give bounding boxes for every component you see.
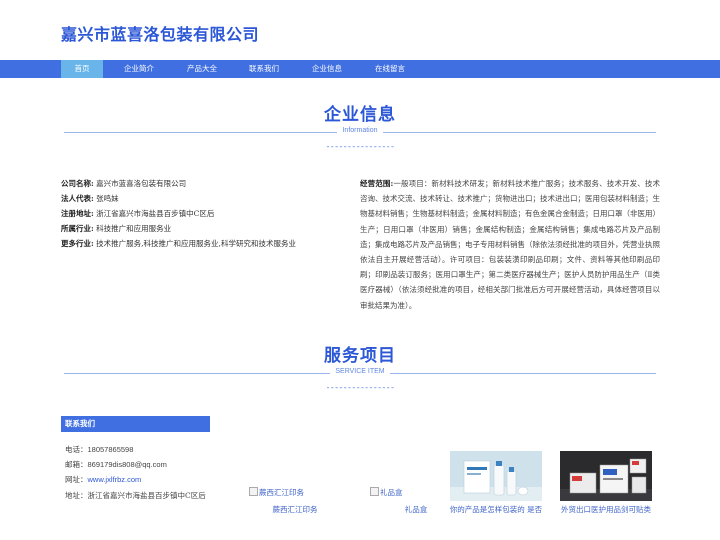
product-image[interactable]: 蕨西汇江印务: [249, 451, 341, 501]
product-caption[interactable]: 你的产品是怎样包装的 是否: [440, 504, 552, 515]
broken-image-icon: 礼品盒: [370, 487, 403, 498]
product-photo-boxes[interactable]: [560, 451, 652, 501]
contact-email-row: 邮箱：869179dis808@qq.com: [65, 457, 206, 472]
section-subtitle-wrap: SERVICE ITEM: [0, 368, 720, 375]
product-card[interactable]: 外贸出口医护用品剑可贴类: [560, 451, 652, 517]
product-image[interactable]: 礼品盒: [370, 451, 462, 501]
contact-address-row: 地址：浙江省嘉兴市海盐县百步镇中C区后: [65, 488, 206, 503]
nav-item-company-info[interactable]: 企业信息: [303, 60, 351, 78]
contact-email: 869179dis808@qq.com: [87, 460, 167, 470]
info-label: 注册地址:: [61, 209, 94, 218]
main-nav: 首页 企业简介 产品大全 联系我们 企业信息 在线留言: [0, 60, 720, 78]
info-row-name: 公司名称: 嘉兴市蓝喜洛包装有限公司: [61, 176, 331, 191]
product-caption[interactable]: 蕨西汇江印务: [239, 504, 351, 515]
contact-label: 地址：: [65, 490, 88, 500]
section-subtitle-service: SERVICE ITEM: [330, 368, 390, 375]
info-value-address: 浙江省嘉兴市海盐县百步镇中C区后: [96, 209, 215, 218]
info-row-industry: 所属行业: 科技推广和应用服务业: [61, 221, 331, 236]
product-photo-bottles[interactable]: [450, 451, 542, 501]
contact-address: 浙江省嘉兴市海盐县百步镇中C区后: [87, 490, 206, 500]
broken-image-icon: 蕨西汇江印务: [249, 487, 304, 498]
info-label: 法人代表:: [61, 194, 94, 203]
section-title-company-info: 企业信息: [324, 105, 396, 125]
company-info-left: 公司名称: 嘉兴市蓝喜洛包装有限公司 法人代表: 张鸣妹 注册地址: 浙江省嘉兴…: [61, 176, 331, 251]
contact-phone-row: 电话：18057865598: [65, 442, 206, 457]
section-subtitle-wrap: Information: [0, 127, 720, 134]
product-card[interactable]: 你的产品是怎样包装的 是否: [450, 451, 542, 517]
info-label: 公司名称:: [61, 179, 94, 188]
info-label: 经营范围:: [360, 179, 394, 188]
section-dashes: ----------------: [325, 384, 395, 393]
info-label: 更多行业:: [61, 239, 94, 248]
info-value-company-name: 嘉兴市蓝喜洛包装有限公司: [96, 179, 187, 188]
contact-info: 电话：18057865598 邮箱：869179dis808@qq.com 网址…: [65, 442, 206, 503]
section-dashes: ----------------: [325, 143, 395, 152]
nav-item-products[interactable]: 产品大全: [178, 60, 226, 78]
section-subtitle-information: Information: [337, 127, 383, 134]
contact-website-link[interactable]: www.jxlfrbz.com: [88, 475, 142, 484]
section-title-service: 服务项目: [324, 346, 396, 366]
contact-phone: 18057865598: [87, 445, 134, 454]
nav-item-message[interactable]: 在线留言: [366, 60, 414, 78]
business-scope-text: 一般项目：新材料技术研发；新材料技术推广服务；技术服务、技术开发、技术咨询、技术…: [360, 179, 660, 310]
site-title[interactable]: 嘉兴市蓝喜洛包装有限公司: [61, 21, 259, 45]
nav-item-home[interactable]: 首页: [61, 60, 103, 78]
contact-site-row: 网址：www.jxlfrbz.com: [65, 472, 206, 487]
info-value-legal-rep: 张鸣妹: [96, 194, 119, 203]
info-label: 所属行业:: [61, 224, 94, 233]
info-row-rep: 法人代表: 张鸣妹: [61, 191, 331, 206]
contact-label: 网址：: [65, 475, 88, 485]
nav-item-about[interactable]: 企业简介: [115, 60, 163, 78]
contact-label: 电话：: [65, 445, 88, 454]
contact-label: 邮箱：: [65, 460, 88, 470]
business-scope: 经营范围:一般项目：新材料技术研发；新材料技术推广服务；技术服务、技术开发、技术…: [360, 176, 660, 313]
info-value-more-industry: 技术推广服务,科技推广和应用服务业,科学研究和技术服务业: [96, 239, 296, 248]
contact-heading: 联系我们: [61, 416, 210, 432]
info-row-more: 更多行业: 技术推广服务,科技推广和应用服务业,科学研究和技术服务业: [61, 236, 331, 251]
info-row-address: 注册地址: 浙江省嘉兴市海盐县百步镇中C区后: [61, 206, 331, 221]
product-caption[interactable]: 外贸出口医护用品剑可贴类: [550, 504, 662, 515]
nav-item-contact[interactable]: 联系我们: [240, 60, 288, 78]
info-value-industry: 科技推广和应用服务业: [96, 224, 172, 233]
product-card[interactable]: 蕨西汇江印务 蕨西汇江印务: [249, 451, 341, 517]
